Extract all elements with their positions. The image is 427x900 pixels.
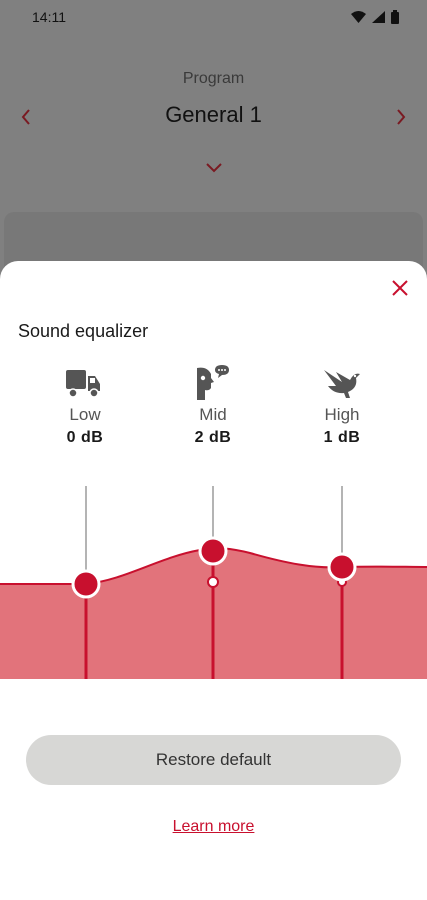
program-label: Program [182,70,245,87]
equalizer-graph [0,486,427,679]
equalizer-sheet: Sound equalizer Low 0 dB Mid 2 dB High 1… [0,261,427,900]
speaking-person-icon [197,365,229,400]
wifi-icon [351,11,366,23]
restore-default-button[interactable]: Restore default [26,735,401,785]
learn-more-link[interactable]: Learn more [0,818,427,836]
status-bar: 14:11 [0,0,427,36]
band-high-value: 1 dB [323,429,361,446]
sheet-title: Sound equalizer [18,321,149,341]
chevron-right-icon [397,109,406,125]
battery-icon [391,10,399,24]
expand-program-button[interactable] [202,158,226,178]
status-icons [351,10,399,24]
band-mid: Mid 2 dB [153,364,273,447]
mid-default-marker [207,576,219,588]
next-program-button[interactable] [389,104,413,130]
chevron-down-icon [206,163,222,173]
band-mid-name: Mid [199,405,227,424]
band-low: Low 0 dB [25,364,145,447]
band-mid-value: 2 dB [194,429,232,446]
band-low-value: 0 dB [66,429,104,446]
low-slider-handle[interactable] [71,569,101,599]
bird-icon [324,370,360,398]
signal-icon [372,11,385,23]
truck-icon [66,370,100,398]
band-low-name: Low [69,405,101,424]
mid-slider-handle[interactable] [198,536,228,566]
close-icon [392,280,408,296]
high-slider-handle[interactable] [327,552,357,582]
status-time: 14:11 [32,9,66,25]
band-high: High 1 dB [282,364,402,447]
program-name: General 1 [165,102,262,127]
close-button[interactable] [387,275,413,301]
band-high-name: High [324,405,360,424]
